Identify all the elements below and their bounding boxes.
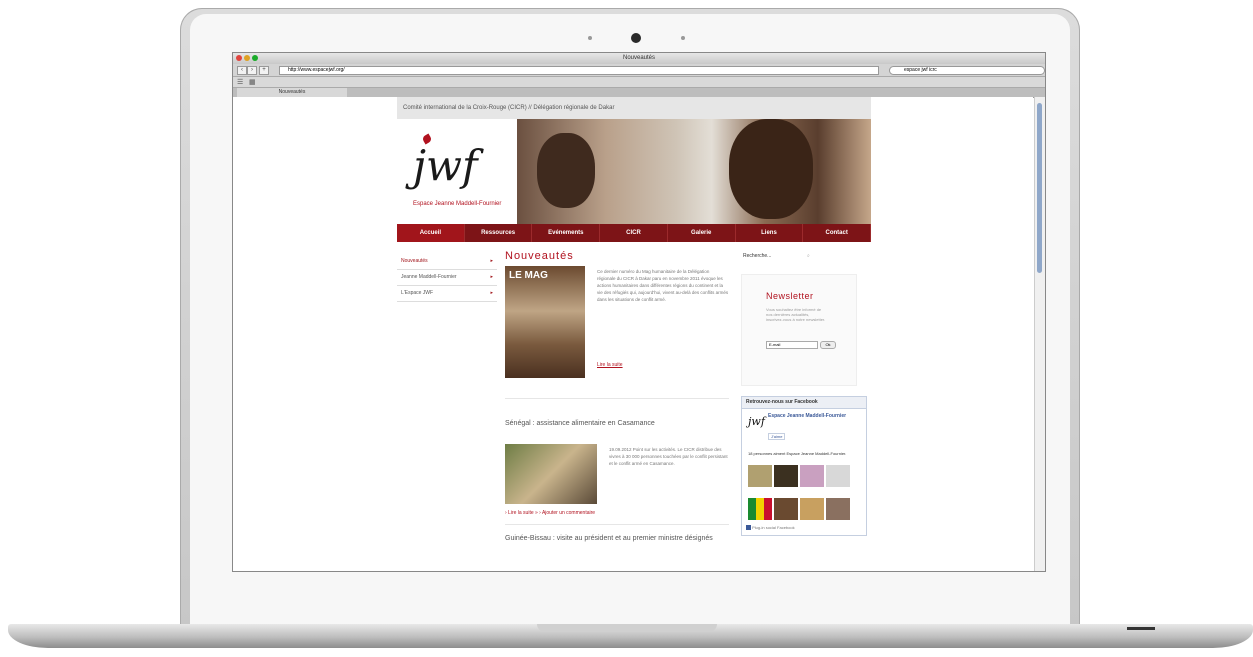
article-text: 19.09.2012 Point sur les activités. Le C…: [609, 447, 728, 466]
article-thumbnail[interactable]: [505, 444, 597, 504]
facebook-page-logo[interactable]: jwf: [748, 415, 765, 428]
logo-area[interactable]: jwf Espace Jeanne Maddell-Fournier: [397, 119, 517, 224]
camera-icon: [631, 33, 641, 43]
article-links[interactable]: › Lire la suite » › Ajouter un commentai…: [505, 510, 595, 516]
address-bar[interactable]: http://www.espacejwf.org/: [279, 66, 879, 75]
search-icon[interactable]: ⌕: [807, 250, 810, 262]
header-photo-person: [537, 133, 595, 208]
right-sidebar: Recherche... ⌕ Newsletter Vous souhaitez…: [737, 250, 867, 536]
divider: [505, 398, 729, 399]
leftnav-label: Nouveautés: [401, 258, 428, 264]
bookmarks-bar: ☰ ▦: [233, 77, 1045, 88]
browser-titlebar: Nouveautés: [233, 53, 1045, 64]
fan-avatar[interactable]: [826, 498, 850, 520]
forward-icon[interactable]: ›: [247, 66, 257, 75]
menu-item-liens[interactable]: Liens: [736, 224, 804, 242]
logo: jwf: [413, 141, 478, 190]
browser-tab[interactable]: Nouveautés: [237, 88, 347, 97]
intro-text: Ce dernier numéro du Mag humanitaire de …: [597, 269, 729, 302]
browser-search-input[interactable]: espace jwf icrc: [889, 66, 1045, 75]
magazine-title: LE MAG: [509, 270, 548, 281]
newsletter-box: Newsletter Vous souhaitez être informé d…: [741, 274, 857, 386]
magazine-cover[interactable]: LE MAG: [505, 266, 585, 378]
browser-toolbar: ‹ › + http://www.espacejwf.org/ espace j…: [233, 64, 1045, 77]
sensor-dot: [588, 36, 592, 40]
newsletter-text: Vous souhaitez être informé de nos derni…: [766, 307, 826, 322]
close-icon[interactable]: [236, 55, 242, 61]
left-nav: Nouveautés ▸ Jeanne Maddell-Fournier ▸ L'E…: [397, 254, 497, 302]
fan-avatar[interactable]: [748, 498, 772, 520]
facebook-footer: Plug-in social Facebook: [746, 525, 795, 531]
zoom-icon[interactable]: [252, 55, 258, 61]
facebook-fans: [748, 465, 862, 531]
arrow-right-icon: ▸: [490, 290, 493, 296]
page-scrollbar[interactable]: [1034, 97, 1045, 571]
leftnav-item-jeanne[interactable]: Jeanne Maddell-Fournier ▸: [397, 270, 497, 286]
site-header: jwf Espace Jeanne Maddell-Fournier: [397, 119, 871, 224]
minimize-icon[interactable]: [244, 55, 250, 61]
arrow-right-icon: ▸: [490, 258, 493, 264]
laptop-notch: [537, 624, 717, 632]
facebook-like-button[interactable]: J'aime: [768, 433, 786, 440]
leftnav-label: L'Espace JWF: [401, 290, 434, 296]
article-title[interactable]: Guinée-Bissau : visite au président et a…: [505, 534, 715, 543]
window-title: Nouveautés: [622, 55, 656, 61]
menu-item-ressources[interactable]: Ressources: [465, 224, 533, 242]
fan-avatar[interactable]: [774, 498, 798, 520]
menu-item-contact[interactable]: Contact: [803, 224, 872, 242]
scrollbar-thumb[interactable]: [1037, 103, 1042, 273]
article-title[interactable]: Sénégal : assistance alimentaire en Casa…: [505, 420, 655, 427]
laptop-screen: Nouveautés ‹ › + http://www.espacejwf.or…: [232, 52, 1046, 572]
site-topstrip: Comité international de la Croix-Rouge (…: [397, 97, 871, 119]
top-sites-icon[interactable]: ▦: [249, 78, 256, 86]
page-body: Nouveautés ▸ Jeanne Maddell-Fournier ▸ L'E…: [397, 242, 871, 562]
menu-item-galerie[interactable]: Galerie: [668, 224, 736, 242]
facebook-fan-count: 18 personnes aiment Espace Jeanne Maddel…: [748, 451, 847, 456]
main-menu: Accueil Ressources Evénements CICR Galer…: [397, 224, 872, 242]
fan-avatar[interactable]: [800, 465, 824, 487]
reading-list-icon[interactable]: ☰: [237, 78, 243, 86]
web-page: Comité international de la Croix-Rouge (…: [233, 97, 1033, 571]
facebook-widget: Retrouvez-nous sur Facebook jwf Espace J…: [741, 396, 867, 536]
menu-item-accueil[interactable]: Accueil: [397, 224, 465, 242]
fan-avatar[interactable]: [748, 465, 772, 487]
menu-item-cicr[interactable]: CICR: [600, 224, 668, 242]
back-icon[interactable]: ‹: [237, 66, 247, 75]
newsletter-ok-button[interactable]: Ok: [820, 341, 836, 349]
fan-avatar[interactable]: [774, 465, 798, 487]
sensor-dot: [681, 36, 685, 40]
fan-avatar[interactable]: [826, 465, 850, 487]
main-content: Nouveautés LE MAG Ce dernier numéro du M…: [505, 250, 729, 542]
menu-item-evenements[interactable]: Evénements: [532, 224, 601, 242]
search-label: Recherche...: [743, 253, 772, 259]
site-search-input[interactable]: Recherche... ⌕: [737, 250, 867, 262]
facebook-icon: [746, 525, 751, 531]
leftnav-label: Jeanne Maddell-Fournier: [401, 274, 457, 280]
leftnav-item-nouveautes[interactable]: Nouveautés ▸: [397, 254, 497, 270]
header-photo-person: [729, 119, 813, 219]
add-bookmark-icon[interactable]: +: [259, 66, 269, 75]
leftnav-item-espace[interactable]: L'Espace JWF ▸: [397, 286, 497, 302]
facebook-footer-label: Plug-in social Facebook: [752, 525, 795, 530]
read-more-link[interactable]: Lire la suite: [597, 362, 623, 368]
newsletter-title: Newsletter: [766, 291, 814, 301]
fan-avatar[interactable]: [800, 498, 824, 520]
facebook-page-name[interactable]: Espace Jeanne Maddell-Fournier: [768, 413, 862, 419]
page-title: Nouveautés: [505, 250, 574, 262]
arrow-right-icon: ▸: [490, 274, 493, 280]
divider: [505, 524, 729, 525]
facebook-widget-header: Retrouvez-nous sur Facebook: [742, 397, 866, 409]
logo-subtitle: Espace Jeanne Maddell-Fournier: [413, 201, 502, 207]
site-container: Comité international de la Croix-Rouge (…: [397, 97, 872, 562]
email-field[interactable]: E-mail: [766, 341, 818, 349]
status-led: [1127, 627, 1155, 630]
